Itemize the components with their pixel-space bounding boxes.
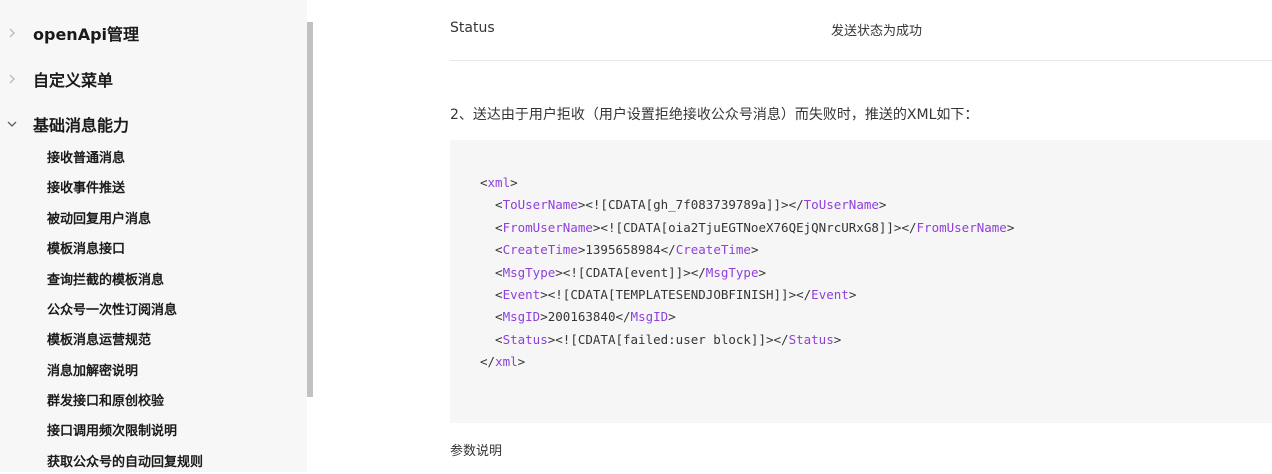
xml-root-close: xml (495, 354, 518, 370)
xml-tag-open: CreateTime (502, 242, 578, 258)
xml-tag-close: Status (788, 331, 834, 347)
sidebar-item-one-time-subscribe[interactable]: 公众号一次性订阅消息 (47, 300, 177, 322)
main-content: Status 发送状态为成功 2、送达由于用户拒收（用户设置拒绝接收公众号消息）… (450, 0, 1272, 472)
section-paragraph: 2、送达由于用户拒收（用户设置拒绝接收公众号消息）而失败时，推送的XML如下： (450, 107, 979, 123)
sidebar-group-basic-message[interactable]: 基础消息能力 (0, 109, 300, 139)
chevron-down-icon (6, 118, 18, 130)
xml-tag-open: MsgID (502, 309, 541, 325)
chevron-right-icon (6, 27, 18, 39)
sidebar-item-mass-send-originality[interactable]: 群发接口和原创校验 (47, 391, 164, 413)
sidebar-item-rate-limit[interactable]: 接口调用频次限制说明 (47, 421, 177, 443)
xml-tag-close: CreateTime (675, 242, 751, 258)
xml-code-line: <ToUserName><![CDATA[gh_7f083739789a]]><… (480, 197, 887, 213)
xml-code-line: <Status><![CDATA[failed:user block]]></S… (480, 331, 842, 347)
xml-value: <![CDATA[event]]> (562, 264, 691, 280)
sidebar-group-label: 自定义菜单 (33, 71, 114, 90)
param-name-status: Status (450, 20, 495, 36)
xml-tag-close: MsgID (630, 309, 669, 325)
param-desc-status: 发送状态为成功 (831, 24, 923, 39)
xml-tag-open: Status (502, 331, 548, 347)
sidebar-item-passive-reply[interactable]: 被动回复用户消息 (47, 209, 151, 231)
xml-value: <![CDATA[TEMPLATESENDJOBFINISH]]> (547, 287, 797, 303)
xml-tag-close: MsgType (705, 264, 759, 280)
table-divider (450, 60, 1272, 61)
sidebar-group-label: 基础消息能力 (33, 116, 130, 135)
xml-tag-close: FromUserName (916, 219, 1007, 235)
xml-value: <![CDATA[failed:user block]]> (555, 331, 774, 347)
xml-root-open: xml (487, 175, 511, 190)
sidebar-item-template-operation-rules[interactable]: 模板消息运营规范 (47, 330, 151, 352)
xml-value: 1395658984 (585, 242, 661, 258)
xml-tag-open: FromUserName (502, 219, 593, 235)
sidebar-group-label: openApi管理 (33, 25, 140, 44)
param-description-heading: 参数说明 (450, 444, 503, 459)
sidebar-item-template-message-api[interactable]: 模板消息接口 (47, 239, 125, 261)
xml-code: <xml> <ToUserName><![CDATA[gh_7f08373978… (480, 175, 1015, 370)
sidebar-nav: openApi管理 自定义菜单 基础消息能力 接收普通消息 接收事件推送 被动回… (0, 0, 307, 472)
xml-tag-close: ToUserName (803, 197, 879, 213)
xml-code-line: <Event><![CDATA[TEMPLATESENDJOBFINISH]]>… (480, 287, 857, 303)
xml-code-line: <MsgID>200163840</MsgID> (480, 309, 676, 325)
xml-code-line: <FromUserName><![CDATA[oia2TjuEGTNoeX76Q… (480, 219, 1015, 235)
xml-code-line: <CreateTime>1395658984</CreateTime> (480, 242, 759, 258)
xml-tag-close: Event (811, 287, 849, 303)
xml-value: <![CDATA[gh_7f083739789a]]> (585, 197, 789, 213)
sidebar-item-query-blocked-template[interactable]: 查询拦截的模板消息 (47, 270, 164, 292)
xml-code-line: <MsgType><![CDATA[event]]></MsgType> (480, 264, 767, 280)
sidebar-item-receive-normal-message[interactable]: 接收普通消息 (47, 148, 125, 170)
sidebar-group-custom-menu[interactable]: 自定义菜单 (0, 64, 300, 94)
xml-tag-open: ToUserName (502, 197, 578, 213)
sidebar-group-openapi[interactable]: openApi管理 (0, 18, 300, 48)
xml-tag-open: Event (502, 287, 541, 303)
sidebar-item-receive-event-push[interactable]: 接收事件推送 (47, 178, 125, 200)
sidebar-item-encryption-description[interactable]: 消息加解密说明 (47, 361, 138, 383)
chevron-right-icon (6, 73, 18, 85)
xml-value: 200163840 (547, 309, 616, 325)
code-block: <xml> <ToUserName><![CDATA[gh_7f08373978… (450, 140, 1272, 423)
sidebar-item-auto-reply-rules[interactable]: 获取公众号的自动回复规则 (47, 452, 203, 474)
xml-tag-open: MsgType (502, 264, 556, 280)
sidebar-scrollbar[interactable] (307, 22, 313, 397)
xml-value: <![CDATA[oia2TjuEGTNoeX76QEjQNrcURxG8]]> (600, 219, 902, 235)
